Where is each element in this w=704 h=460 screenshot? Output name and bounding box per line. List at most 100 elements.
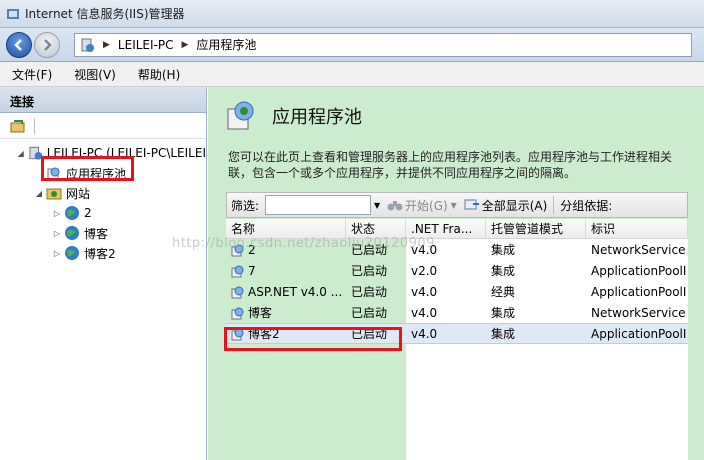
forward-button[interactable] xyxy=(34,31,60,58)
back-button[interactable] xyxy=(6,31,32,58)
cell-text: 已启动 xyxy=(351,243,388,257)
cell-identity: ApplicationPoolI xyxy=(586,260,688,281)
cell-text: v2.0 xyxy=(411,263,438,278)
cell-text: NetworkService xyxy=(591,242,686,257)
cell-text: 集成 xyxy=(491,243,516,257)
column-header-status[interactable]: 状态 xyxy=(346,219,406,238)
breadcrumb-separator-icon: ▶ xyxy=(181,39,189,50)
cell-mode: 集成 xyxy=(486,324,586,343)
tree-label-site: 博客2 xyxy=(84,246,116,261)
highlight-box-app-pools xyxy=(41,156,134,181)
app-pool-icon xyxy=(227,101,254,130)
cell-text: 经典 xyxy=(491,285,516,299)
column-header-pipeline[interactable]: 托管管道模式 xyxy=(486,219,586,238)
tree-node-site-blog[interactable]: ▷ 博客 xyxy=(0,223,206,243)
cell-text: 已启动 xyxy=(351,306,388,320)
expand-icon[interactable]: ▷ xyxy=(52,229,62,238)
table-row[interactable]: ASP.NET v4.0 ... 已启动 v4.0 经典 ApplicationPool… xyxy=(226,281,688,302)
server-icon xyxy=(81,38,94,52)
chevron-down-icon[interactable]: ▼ xyxy=(371,201,383,210)
cell-text: ApplicationPoolI xyxy=(591,326,687,341)
collapse-icon[interactable]: ◢ xyxy=(34,189,44,198)
menu-bar: 文件(F) 视图(V) 帮助(H) xyxy=(0,62,704,87)
app-pool-icon xyxy=(231,286,244,298)
column-header-name[interactable]: 名称 xyxy=(226,219,346,238)
cell-name: 博客 xyxy=(226,302,346,323)
cell-text: 集成 xyxy=(491,327,516,341)
cell-mode: 经典 xyxy=(486,281,586,302)
column-header-identity[interactable]: 标识 xyxy=(586,219,688,238)
cell-identity: ApplicationPoolI xyxy=(586,281,688,302)
table-row[interactable]: 2 已启动 v4.0 集成 NetworkService xyxy=(226,239,688,260)
tree-node-sites[interactable]: ◢ 网站 xyxy=(0,183,206,203)
cell-status: 已启动 xyxy=(346,260,406,281)
cell-text: v4.0 xyxy=(411,326,438,341)
table-row[interactable]: 博客 已启动 v4.0 集成 NetworkService xyxy=(226,302,688,323)
breadcrumb-app-pools[interactable]: 应用程序池 xyxy=(196,36,256,53)
tree-label-site: 博客 xyxy=(84,226,109,241)
connections-pane: 连接 ◢ LEILEI-PC (LEILEI-PC\LEILEI 应用程序池 ◢… xyxy=(0,87,207,460)
filter-input[interactable] xyxy=(265,195,372,215)
cell-text: v4.0 xyxy=(411,305,438,320)
binoculars-icon xyxy=(387,201,403,211)
cell-net: v2.0 xyxy=(406,260,486,281)
cell-text: ApplicationPoolI xyxy=(591,263,687,278)
expand-icon[interactable]: ▷ xyxy=(52,209,62,218)
toolbar-divider xyxy=(34,117,35,134)
globe-icon xyxy=(65,206,79,220)
address-bar[interactable]: ▶ LEILEI-PC ▶ 应用程序池 xyxy=(74,32,692,57)
globe-icon xyxy=(65,226,79,240)
cell-text: 7 xyxy=(248,263,256,278)
cell-net: v4.0 xyxy=(406,302,486,323)
content-header: 应用程序池 xyxy=(208,87,704,145)
cell-text: 博客 xyxy=(248,306,273,320)
globe-icon xyxy=(65,246,79,260)
filter-bar: 筛选: ▼ 开始(G) ▼ 全部显示(A) 分组依据: xyxy=(226,192,688,218)
highlight-box-selected-row xyxy=(224,327,402,351)
table-row[interactable]: 7 已启动 v2.0 集成 ApplicationPoolI xyxy=(226,260,688,281)
cell-status: 已启动 xyxy=(346,239,406,260)
cell-text: v4.0 xyxy=(411,242,438,257)
cell-net: v4.0 xyxy=(406,281,486,302)
title-bar: Internet 信息服务(IIS)管理器 xyxy=(0,0,704,28)
column-label: .NET Fra... xyxy=(411,221,473,236)
cell-text: NetworkService xyxy=(591,305,686,320)
cell-status: 已启动 xyxy=(346,281,406,302)
tree-node-site-blog2[interactable]: ▷ 博客2 xyxy=(0,243,206,263)
show-all-icon xyxy=(464,199,479,210)
arrow-left-icon xyxy=(14,38,22,51)
tree-node-site-2[interactable]: ▷ 2 xyxy=(0,203,206,223)
cell-mode: 集成 xyxy=(486,260,586,281)
column-label: 状态 xyxy=(351,222,376,236)
expand-icon[interactable]: ▷ xyxy=(52,249,62,258)
cell-net: v4.0 xyxy=(406,324,486,343)
cell-net: v4.0 xyxy=(406,239,486,260)
navigation-bar: ▶ LEILEI-PC ▶ 应用程序池 xyxy=(0,28,704,62)
menu-help[interactable]: 帮助(H) xyxy=(138,66,180,83)
connections-header: 连接 xyxy=(0,87,206,113)
connect-icon[interactable] xyxy=(10,118,26,134)
arrow-right-icon xyxy=(44,38,52,51)
column-header-net[interactable]: .NET Fra... xyxy=(406,219,486,238)
menu-file[interactable]: 文件(F) xyxy=(12,66,52,83)
column-label: 名称 xyxy=(231,222,256,236)
app-pool-icon xyxy=(231,265,244,277)
window-title: Internet 信息服务(IIS)管理器 xyxy=(25,7,185,21)
cell-mode: 集成 xyxy=(486,302,586,323)
cell-text: ASP.NET v4.0 ... xyxy=(248,284,343,299)
connections-toolbar xyxy=(0,113,206,139)
menu-view[interactable]: 视图(V) xyxy=(74,66,116,83)
show-all-button[interactable]: 全部显示(A) xyxy=(464,197,548,214)
filter-label: 筛选: xyxy=(231,198,260,213)
cell-mode: 集成 xyxy=(486,239,586,260)
app-pool-icon xyxy=(231,244,244,256)
chevron-down-icon[interactable]: ▼ xyxy=(448,201,460,210)
show-all-label: 全部显示(A) xyxy=(481,198,548,213)
collapse-icon[interactable]: ◢ xyxy=(16,149,26,158)
breadcrumb-server[interactable]: LEILEI-PC xyxy=(118,38,174,52)
sites-folder-icon xyxy=(46,188,62,200)
cell-text: 已启动 xyxy=(351,285,388,299)
group-by-label[interactable]: 分组依据: xyxy=(560,197,612,214)
start-filter-button[interactable]: 开始(G) xyxy=(387,197,448,214)
cell-text: 集成 xyxy=(491,306,516,320)
